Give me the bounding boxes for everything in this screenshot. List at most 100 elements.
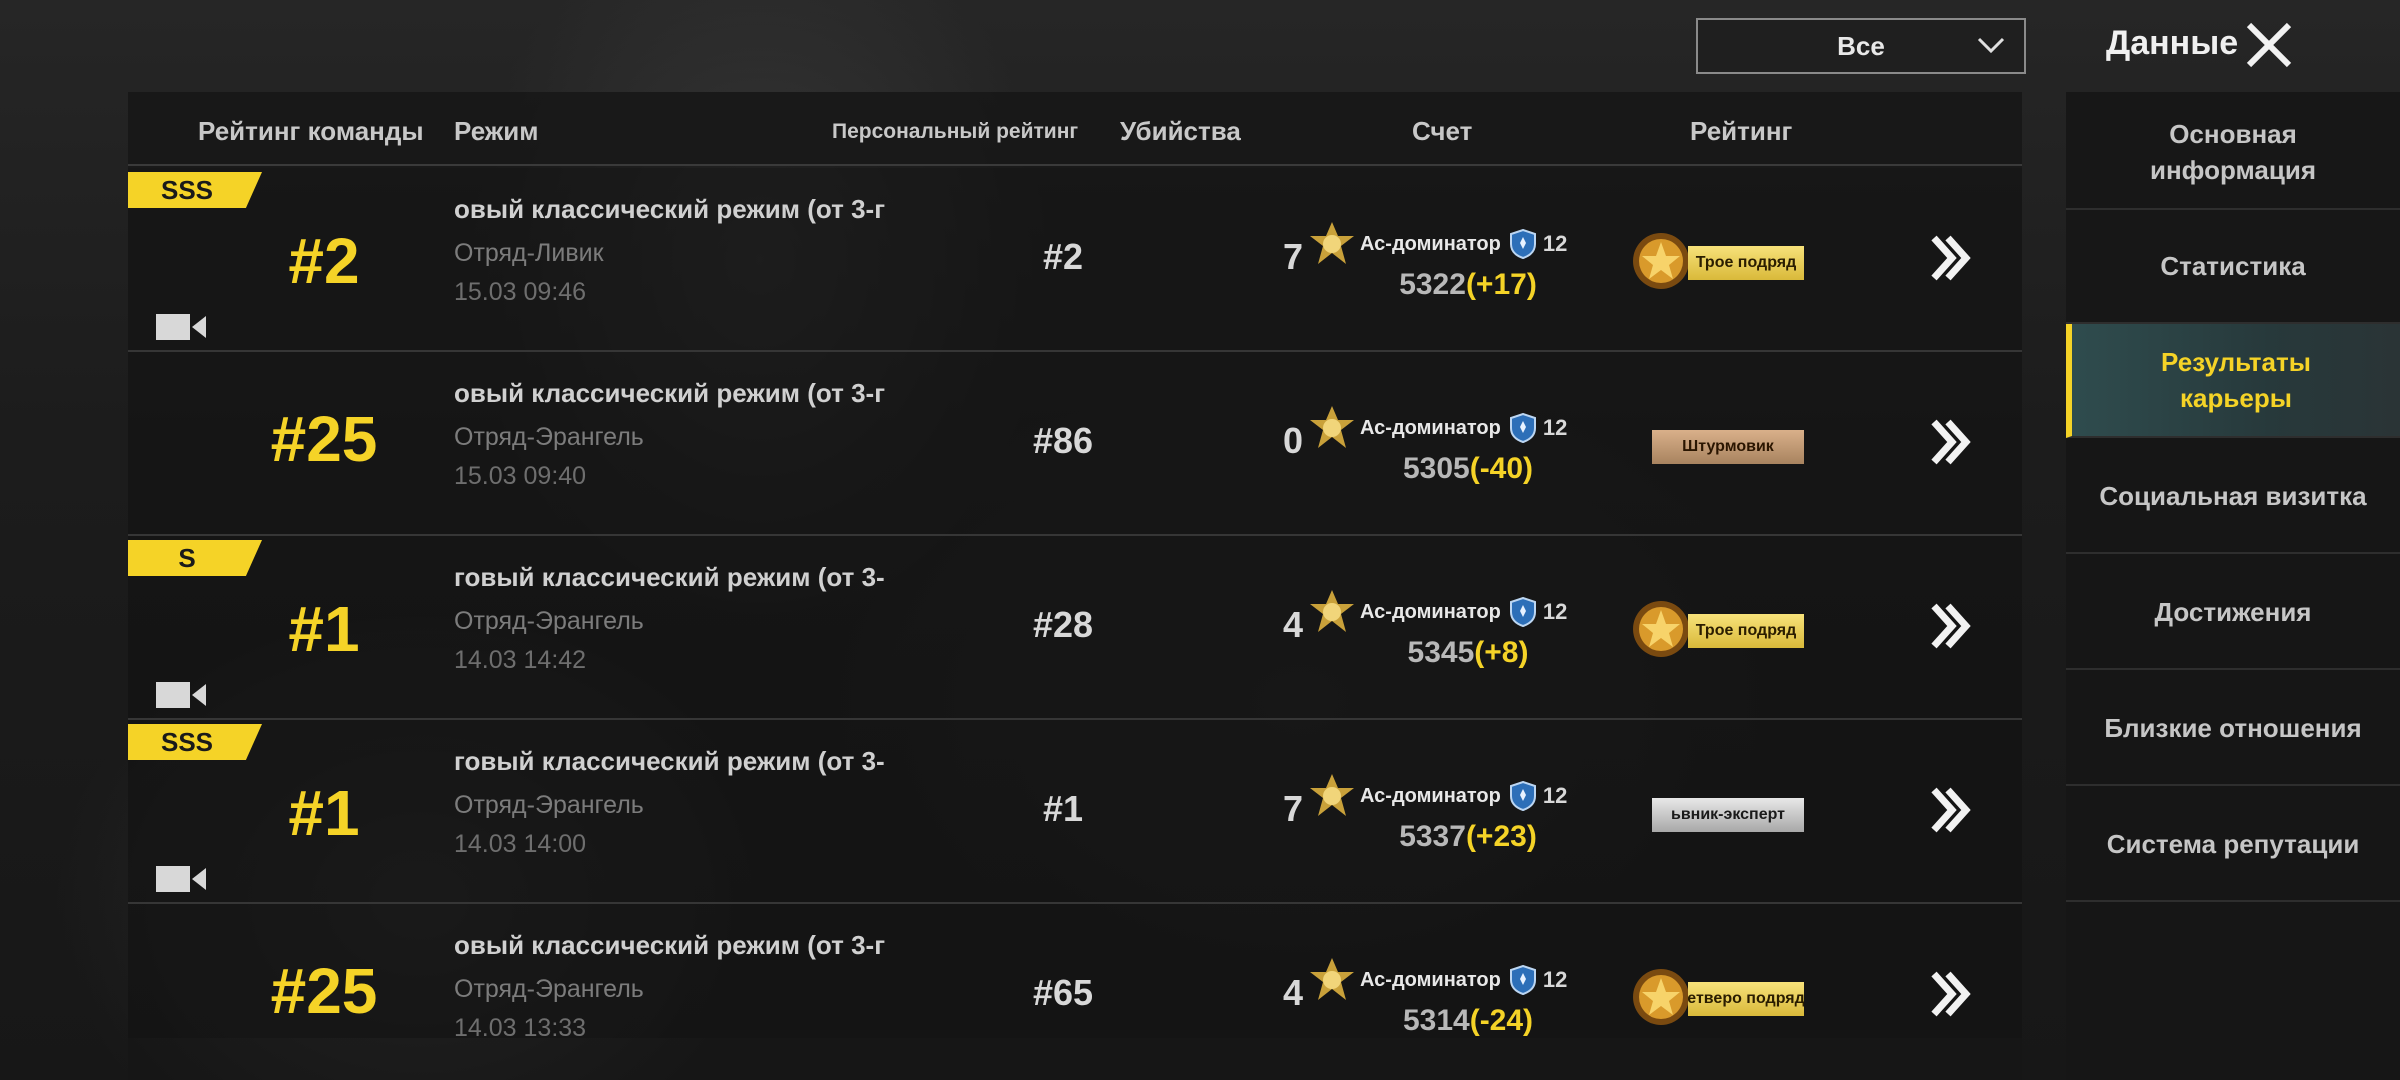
chevron-right-icon[interactable] (1928, 968, 1972, 1020)
col-rating: Рейтинг (1690, 116, 1793, 146)
achievement-badge: етверо подряд (1628, 964, 1818, 1030)
achievement-badge: Трое подряд (1628, 228, 1818, 294)
achievement-medal-icon (1633, 233, 1689, 289)
replay-camera-icon[interactable] (154, 310, 208, 344)
team-rank: #2 (288, 225, 360, 297)
level-shield-icon (1509, 413, 1536, 443)
sidebar-item-label: Достижения (2154, 597, 2312, 627)
mode-map: Отряд-Эрангель (454, 791, 644, 819)
sidebar-item-label: Близкие отношения (2104, 713, 2362, 743)
sidebar-item-basic-info[interactable]: Основная информация (2066, 96, 2400, 210)
tier-name: Ас-доминатор (1360, 232, 1501, 255)
mode-map: Отряд-Эрангель (454, 975, 644, 1003)
score-delta: (-40) (1469, 452, 1534, 485)
tier-badge-icon (1310, 222, 1354, 264)
score-points: 5314 (1402, 1004, 1470, 1037)
mode-map: Отряд-Эрангель (454, 607, 644, 635)
replay-camera-icon[interactable] (154, 678, 208, 712)
score-value: 5322(+17) (1338, 268, 1598, 302)
mode-filter-dropdown[interactable]: Все (1696, 18, 2026, 74)
mode-cell: овый классический режим (от 3-г Отряд-Эр… (454, 930, 942, 1070)
col-team-rank: Рейтинг команды (198, 116, 424, 146)
grade-badge: SSS (128, 172, 262, 208)
tier-level: 12 (1542, 967, 1568, 992)
table-row[interactable]: SSS #2 овый классический режим (от 3-г О… (128, 168, 2022, 352)
mode-name: говый классический режим (от 3- (454, 562, 885, 592)
sidebar-item-label: Система репутации (2106, 829, 2360, 859)
score-value: 5345(+8) (1338, 636, 1598, 670)
tier-info: Ас-доминатор 12 (1308, 404, 1638, 452)
table-row[interactable]: S #1 говый классический режим (от 3- Отр… (128, 536, 2022, 720)
col-score: Счет (1412, 116, 1473, 146)
achievement-label: ьвник-эксперт (1652, 798, 1804, 832)
match-time: 14.03 14:42 (454, 646, 587, 674)
match-time: 14.03 14:00 (454, 830, 587, 858)
tier-level: 12 (1542, 231, 1568, 256)
sidebar-item-relationships[interactable]: Близкие отношения (2066, 672, 2400, 786)
level-shield-icon (1509, 229, 1536, 259)
score-points: 5322 (1399, 268, 1466, 301)
achievement-medal-icon (1633, 969, 1689, 1025)
achievement-badge: ьвник-эксперт (1628, 780, 1818, 846)
grade-badge: S (128, 540, 262, 576)
filter-value: Все (1837, 30, 1885, 61)
mode-map: Отряд-Эрангель (454, 423, 644, 451)
tier-level: 12 (1542, 599, 1568, 624)
col-kills: Убийства (1120, 116, 1241, 146)
score-delta: (+17) (1465, 268, 1537, 301)
mode-name: говый классический режим (от 3- (454, 746, 885, 776)
chevron-right-icon[interactable] (1928, 600, 1972, 652)
score-delta: (+8) (1474, 636, 1529, 669)
team-rank: #1 (288, 777, 360, 849)
achievement-badge: Штурмовик (1628, 412, 1818, 478)
sidebar-item-label: Результаты карьеры (2161, 347, 2311, 413)
tier-info: Ас-доминатор 12 (1308, 220, 1638, 268)
tier-level: 12 (1542, 783, 1568, 808)
score-value: 5337(+23) (1338, 820, 1598, 854)
table-row[interactable]: #25 овый классический режим (от 3-г Отря… (128, 352, 2022, 536)
tier-badge-icon (1310, 774, 1354, 816)
match-time: 15.03 09:40 (454, 462, 587, 490)
tier-info: Ас-доминатор 12 (1308, 588, 1638, 636)
page-title: Данные (2106, 24, 2239, 62)
mode-cell: овый классический режим (от 3-г Отряд-Ли… (454, 194, 942, 334)
replay-camera-icon[interactable] (154, 862, 208, 896)
tier-badge-icon (1310, 958, 1354, 1000)
chevron-right-icon[interactable] (1928, 232, 1972, 284)
achievement-label: етверо подряд (1688, 982, 1804, 1016)
table-row[interactable]: #25 овый классический режим (от 3-г Отря… (128, 904, 2022, 1080)
sidebar-item-reputation[interactable]: Система репутации (2066, 788, 2400, 902)
level-shield-icon (1509, 597, 1536, 627)
achievement-badge: Трое подряд (1628, 596, 1818, 662)
col-mode: Режим (454, 116, 539, 146)
level-shield-icon (1509, 781, 1536, 811)
score-points: 5305 (1402, 452, 1470, 485)
tier-badge-icon (1310, 406, 1354, 448)
level-shield-icon (1509, 965, 1536, 995)
tier-badge-icon (1310, 590, 1354, 632)
mode-name: овый классический режим (от 3-г (454, 930, 886, 960)
chevron-down-icon (1977, 37, 2005, 54)
sidebar-item-statistics[interactable]: Статистика (2066, 210, 2400, 324)
achievement-label: Штурмовик (1652, 430, 1804, 464)
score-points: 5337 (1399, 820, 1466, 853)
mode-name: овый классический режим (от 3-г (454, 194, 886, 224)
chevron-right-icon[interactable] (1928, 416, 1972, 468)
mode-cell: говый классический режим (от 3- Отряд-Эр… (454, 746, 942, 886)
tier-name: Ас-доминатор (1360, 600, 1501, 623)
score-delta: (-24) (1469, 1004, 1534, 1037)
tier-info: Ас-доминатор 12 (1308, 956, 1638, 1004)
grade-badge: SSS (128, 724, 262, 760)
tier-name: Ас-доминатор (1360, 968, 1501, 991)
score-points: 5345 (1407, 636, 1475, 669)
tier-name: Ас-доминатор (1360, 784, 1501, 807)
sidebar-item-label: Основная информация (2149, 119, 2316, 185)
tier-info: Ас-доминатор 12 (1308, 772, 1638, 820)
team-rank: #1 (288, 593, 360, 665)
table-row[interactable]: SSS #1 говый классический режим (от 3- О… (128, 720, 2022, 904)
chevron-right-icon[interactable] (1928, 784, 1972, 836)
close-icon[interactable] (2244, 20, 2294, 70)
sidebar-item-achievements[interactable]: Достижения (2066, 556, 2400, 670)
sidebar-item-career-results[interactable]: Результаты карьеры (2066, 324, 2400, 438)
sidebar-item-social-card[interactable]: Социальная визитка (2066, 440, 2400, 554)
